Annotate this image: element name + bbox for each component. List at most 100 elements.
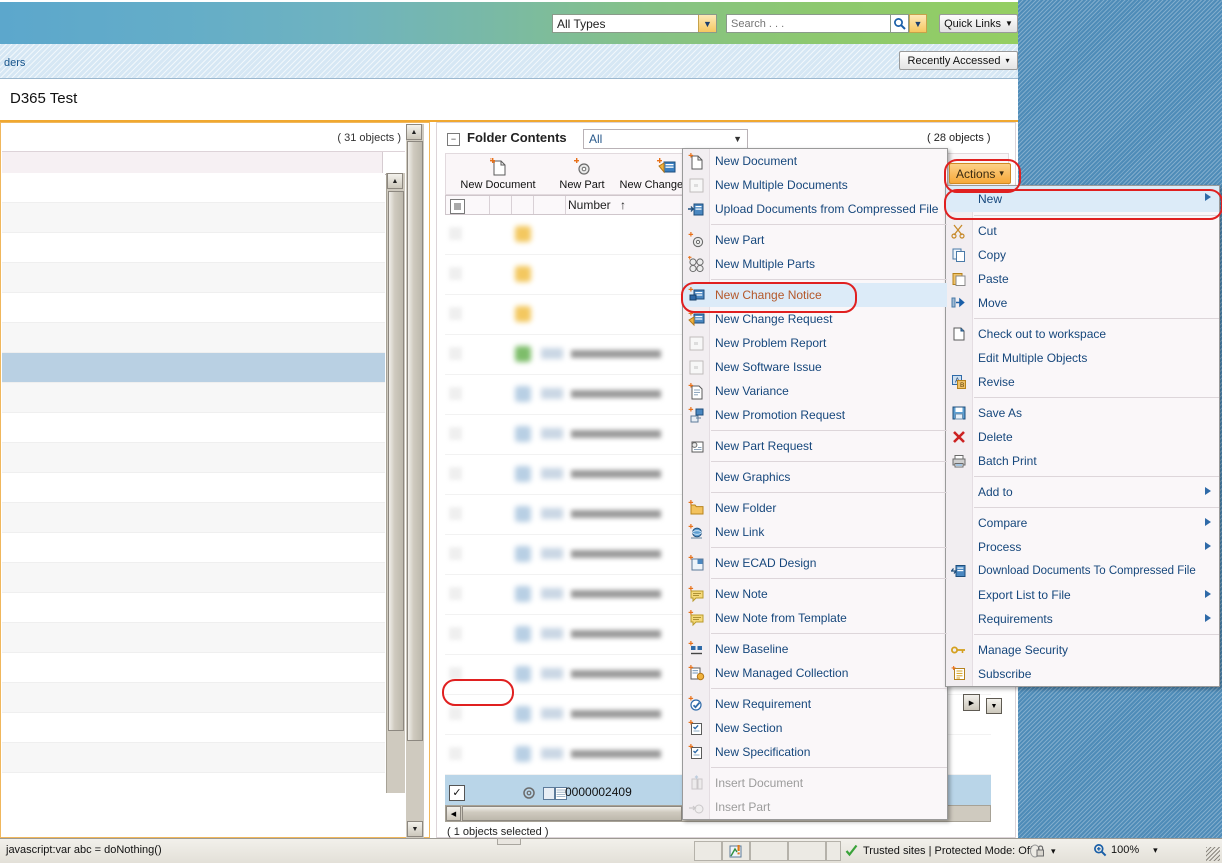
zoom-control[interactable]: 100% ▾: [1093, 843, 1158, 857]
menu-item-new-multiple-parts[interactable]: New Multiple Parts: [683, 252, 947, 276]
menu-item-new-document[interactable]: New Document: [683, 149, 947, 173]
menu-item-new-software-issue[interactable]: New Software Issue: [683, 355, 947, 379]
chevron-down-icon[interactable]: ▼: [733, 134, 742, 144]
search-input[interactable]: [727, 15, 883, 32]
menu-item-new-problem-report[interactable]: New Problem Report: [683, 331, 947, 355]
list-item[interactable]: [2, 323, 385, 353]
scroll-down-arrow-icon[interactable]: ▼: [986, 698, 1002, 714]
menu-item-upload-documents-from-compressed-file[interactable]: Upload Documents from Compressed File: [683, 197, 947, 221]
privacy-indicator[interactable]: ▾: [1030, 843, 1056, 859]
menu-item-delete[interactable]: Delete: [946, 425, 1219, 449]
menu-item-new[interactable]: New: [946, 186, 1219, 212]
list-item[interactable]: [2, 743, 385, 773]
scroll-up-arrow-icon[interactable]: ▲: [406, 124, 422, 140]
folder-contents-filter-select[interactable]: All ▼: [583, 129, 748, 149]
menu-item-new-link[interactable]: New Link: [683, 520, 947, 544]
menu-item-download-documents-to-compressed-file[interactable]: Download Documents To Compressed File: [946, 559, 1219, 583]
menu-item-new-folder[interactable]: New Folder: [683, 496, 947, 520]
quick-links-button[interactable]: Quick Links ▼: [939, 14, 1018, 33]
left-outer-scrollbar[interactable]: ▲ ▼: [406, 124, 424, 838]
menu-item-move[interactable]: Move: [946, 291, 1219, 315]
menu-item-new-graphics[interactable]: New Graphics: [683, 465, 947, 489]
column-header-number[interactable]: Number ↑: [568, 198, 626, 212]
scroll-down-arrow-icon[interactable]: ▼: [407, 821, 423, 837]
row-checkbox[interactable]: ✓: [449, 785, 465, 801]
list-item[interactable]: [2, 593, 385, 623]
list-item[interactable]: [2, 683, 385, 713]
actions-button[interactable]: Actions ▾: [949, 163, 1011, 184]
menu-item-paste[interactable]: Paste: [946, 267, 1219, 291]
scrollbar-thumb[interactable]: [407, 141, 423, 741]
list-item-selected[interactable]: [2, 353, 385, 383]
caret-down-icon[interactable]: ▾: [1051, 846, 1056, 857]
list-item[interactable]: [2, 173, 385, 203]
list-item[interactable]: [2, 293, 385, 323]
menu-item-new-variance[interactable]: New Variance: [683, 379, 947, 403]
list-item[interactable]: [2, 773, 385, 793]
menu-item-new-baseline[interactable]: New Baseline: [683, 637, 947, 661]
menu-item-new-multiple-documents[interactable]: New Multiple Documents: [683, 173, 947, 197]
scroll-left-arrow-icon[interactable]: ◀: [446, 806, 461, 821]
list-item[interactable]: [2, 263, 385, 293]
menu-item-new-change-notice[interactable]: New Change Notice: [683, 283, 947, 307]
breadcrumb[interactable]: ders: [4, 57, 25, 69]
menu-item-add-to[interactable]: Add to: [946, 480, 1219, 504]
menu-item-new-note-from-template[interactable]: New Note from Template: [683, 606, 947, 630]
list-item[interactable]: [2, 473, 385, 503]
menu-item-check-out-to-workspace[interactable]: Check out to workspace: [946, 322, 1219, 346]
menu-item-new-managed-collection[interactable]: New Managed Collection: [683, 661, 947, 685]
menu-item-process[interactable]: Process: [946, 535, 1219, 559]
toolbar-new-part-button[interactable]: New Part: [534, 157, 630, 191]
actions-menu[interactable]: New Cut Copy Paste Move Check out to wor…: [945, 185, 1220, 687]
menu-item-new-part-request[interactable]: New Part Request: [683, 434, 947, 458]
recently-accessed-button[interactable]: Recently Accessed ▾: [899, 51, 1018, 70]
list-item[interactable]: [2, 203, 385, 233]
menu-item-compare[interactable]: Compare: [946, 511, 1219, 535]
list-item[interactable]: [2, 233, 385, 263]
list-item[interactable]: [2, 713, 385, 743]
scrollbar-thumb[interactable]: [388, 191, 404, 731]
menu-item-new-ecad-design[interactable]: New ECAD Design: [683, 551, 947, 575]
menu-item-edit-multiple-objects[interactable]: Edit Multiple Objects: [946, 346, 1219, 370]
list-item[interactable]: [2, 563, 385, 593]
list-item[interactable]: [2, 443, 385, 473]
menu-item-copy[interactable]: Copy: [946, 243, 1219, 267]
menu-item-new-part[interactable]: New Part: [683, 228, 947, 252]
list-item[interactable]: [2, 413, 385, 443]
list-item[interactable]: [2, 533, 385, 563]
toolbar-new-document-button[interactable]: New Document: [450, 157, 546, 191]
menu-item-revise[interactable]: A B Revise: [946, 370, 1219, 394]
list-item[interactable]: [2, 503, 385, 533]
list-item[interactable]: [2, 623, 385, 653]
menu-item-new-promotion-request[interactable]: New Promotion Request: [683, 403, 947, 427]
list-item[interactable]: [2, 653, 385, 683]
scroll-right-arrow-icon[interactable]: ▶: [963, 694, 980, 711]
list-item[interactable]: [2, 383, 385, 413]
menu-item-new-section[interactable]: New Section: [683, 716, 947, 740]
menu-item-manage-security[interactable]: Manage Security: [946, 638, 1219, 662]
resize-grip[interactable]: [1206, 847, 1220, 861]
type-filter-select[interactable]: All Types ▼: [552, 14, 717, 33]
menu-item-new-requirement[interactable]: New Requirement: [683, 692, 947, 716]
menu-item-save-as[interactable]: Save As: [946, 401, 1219, 425]
security-zone-indicator[interactable]: Trusted sites | Protected Mode: Off: [845, 844, 1033, 857]
new-submenu[interactable]: New Document New Multiple Documents Uplo…: [682, 148, 948, 820]
chevron-down-icon[interactable]: ▼: [698, 15, 716, 32]
menu-item-new-change-request[interactable]: New Change Request: [683, 307, 947, 331]
menu-item-new-specification[interactable]: New Specification: [683, 740, 947, 764]
status-notification-cell[interactable]: [722, 841, 750, 861]
menu-item-export-list-to-file[interactable]: Export List to File: [946, 583, 1219, 607]
menu-item-cut[interactable]: Cut: [946, 219, 1219, 243]
menu-item-requirements[interactable]: Requirements: [946, 607, 1219, 631]
scroll-up-arrow-icon[interactable]: ▲: [387, 173, 403, 189]
left-inner-scrollbar[interactable]: ▲: [386, 173, 405, 793]
select-all-checkbox[interactable]: [450, 199, 465, 214]
collapse-toggle-icon[interactable]: −: [447, 133, 460, 146]
search-options-dropdown[interactable]: ▼: [909, 14, 927, 33]
caret-down-icon[interactable]: ▾: [1153, 845, 1158, 856]
menu-item-new-note[interactable]: New Note: [683, 582, 947, 606]
menu-item-batch-print[interactable]: Batch Print: [946, 449, 1219, 473]
scrollbar-thumb[interactable]: [462, 806, 682, 821]
search-field-wrapper[interactable]: [726, 14, 906, 33]
menu-item-subscribe[interactable]: Subscribe: [946, 662, 1219, 686]
